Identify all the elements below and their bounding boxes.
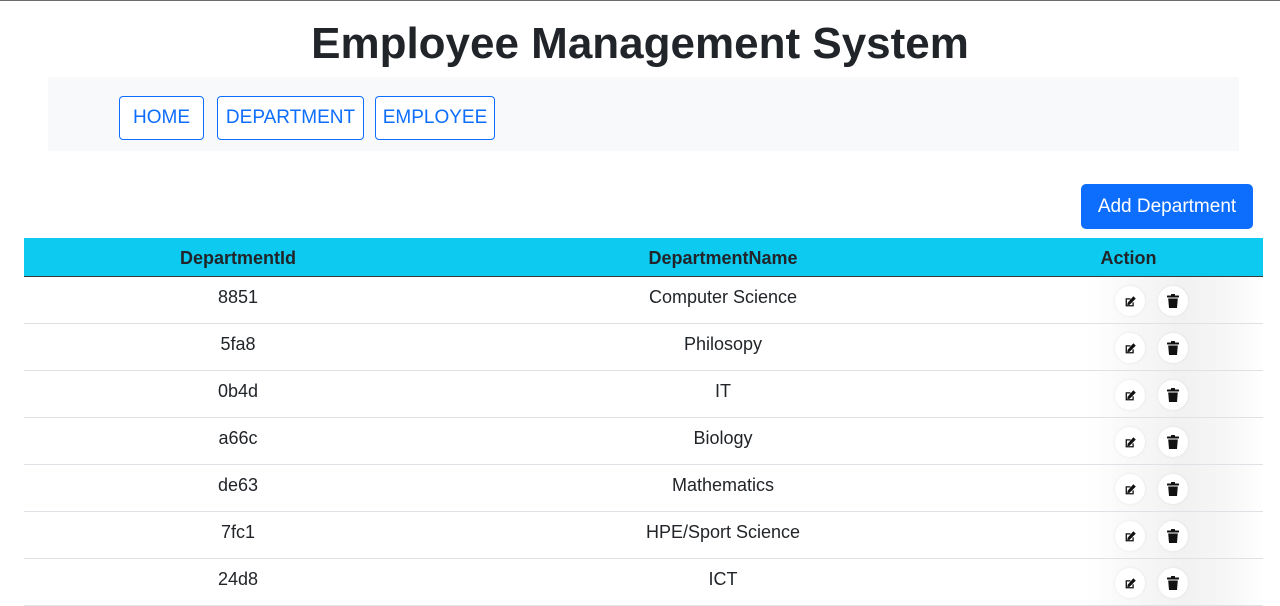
edit-icon <box>1124 530 1137 543</box>
delete-button[interactable] <box>1158 380 1188 410</box>
delete-button[interactable] <box>1158 333 1188 363</box>
add-department-button[interactable]: Add Department <box>1081 184 1253 229</box>
department-name-cell: Computer Science <box>648 287 798 307</box>
table-row: 5fa8 Philosopy <box>24 324 1263 371</box>
department-id-cell: a66c <box>218 428 258 448</box>
edit-icon <box>1124 389 1137 402</box>
table-body: 8851 Computer Science 5fa8 Philosopy 0b4… <box>24 277 1263 606</box>
delete-button[interactable] <box>1158 286 1188 316</box>
department-name-cell: ICT <box>708 569 738 589</box>
table-header: DepartmentId DepartmentName Action <box>24 238 1263 277</box>
page-title: Employee Management System <box>311 19 969 68</box>
table-row: 8851 Computer Science <box>24 277 1263 324</box>
table-row: a66c Biology <box>24 418 1263 465</box>
header-action: Action <box>1100 248 1157 268</box>
delete-button[interactable] <box>1158 474 1188 504</box>
department-name-cell: Biology <box>693 428 753 448</box>
header-department-name: DepartmentName <box>648 248 798 268</box>
trash-icon <box>1167 482 1179 496</box>
department-id-cell: 7fc1 <box>220 522 256 542</box>
department-id-cell: 24d8 <box>217 569 259 589</box>
department-table: DepartmentId DepartmentName Action 8851 … <box>24 238 1263 606</box>
edit-icon <box>1124 483 1137 496</box>
action-cell <box>1087 465 1263 511</box>
department-id-cell: de63 <box>217 475 259 495</box>
department-name-cell: HPE/Sport Science <box>645 522 801 542</box>
action-cell <box>1087 418 1263 464</box>
action-cell <box>1087 277 1263 323</box>
trash-icon <box>1167 529 1179 543</box>
trash-icon <box>1167 341 1179 355</box>
nav-home-button[interactable]: HOME <box>119 96 204 140</box>
edit-icon <box>1124 436 1137 449</box>
action-cell <box>1087 512 1263 558</box>
top-border <box>0 0 1280 1</box>
department-id-cell: 0b4d <box>217 381 259 401</box>
department-id-cell: 5fa8 <box>220 334 256 354</box>
edit-button[interactable] <box>1115 333 1145 363</box>
department-name-cell: Philosopy <box>683 334 763 354</box>
edit-button[interactable] <box>1115 380 1145 410</box>
edit-button[interactable] <box>1115 521 1145 551</box>
nav-department-button[interactable]: DEPARTMENT <box>217 96 364 140</box>
department-name-cell: Mathematics <box>671 475 775 495</box>
table-row: 7fc1 HPE/Sport Science <box>24 512 1263 559</box>
edit-icon <box>1124 295 1137 308</box>
header-department-id: DepartmentId <box>179 248 296 268</box>
action-cell <box>1087 371 1263 417</box>
delete-button[interactable] <box>1158 427 1188 457</box>
nav-employee-button[interactable]: EMPLOYEE <box>375 96 495 140</box>
table-row: 24d8 ICT <box>24 559 1263 606</box>
edit-button[interactable] <box>1115 427 1145 457</box>
navbar: HOME DEPARTMENT EMPLOYEE <box>48 77 1239 151</box>
trash-icon <box>1167 388 1179 402</box>
table-row: 0b4d IT <box>24 371 1263 418</box>
edit-button[interactable] <box>1115 286 1145 316</box>
trash-icon <box>1167 294 1179 308</box>
table-row: de63 Mathematics <box>24 465 1263 512</box>
action-cell <box>1087 324 1263 370</box>
edit-button[interactable] <box>1115 568 1145 598</box>
edit-icon <box>1124 342 1137 355</box>
trash-icon <box>1167 435 1179 449</box>
delete-button[interactable] <box>1158 568 1188 598</box>
department-id-cell: 8851 <box>217 287 259 307</box>
delete-button[interactable] <box>1158 521 1188 551</box>
department-name-cell: IT <box>715 381 731 401</box>
action-cell <box>1087 559 1263 605</box>
edit-button[interactable] <box>1115 474 1145 504</box>
